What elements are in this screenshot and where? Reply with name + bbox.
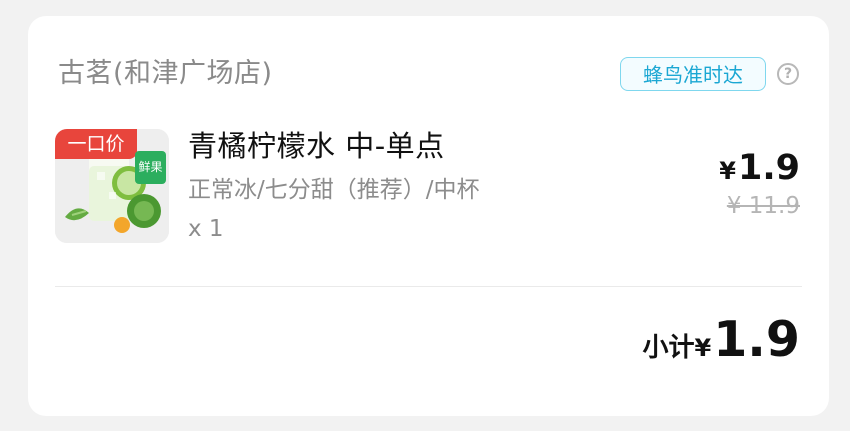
currency-symbol: ¥: [719, 157, 736, 185]
current-price: ¥1.9: [719, 146, 800, 193]
price-value: 1.9: [737, 148, 800, 188]
product-spec: 正常冰/七分甜（推荐）/中杯: [188, 177, 480, 203]
price-tag: 一口价: [55, 129, 137, 159]
subtotal-label: 小计: [642, 333, 695, 363]
help-icon[interactable]: ?: [777, 63, 799, 85]
product-quantity: x 1: [188, 216, 224, 242]
order-card: 古茗(和津广场店) 蜂鸟准时达 ? 一口价 鲜果 青橘柠檬水 中-单点 正常冰/…: [28, 16, 829, 416]
product-image[interactable]: 一口价 鲜果: [55, 129, 169, 243]
fresh-fruit-tag: 鲜果: [135, 151, 166, 184]
subtotal-amount: 1.9: [713, 311, 800, 368]
divider: [55, 286, 802, 287]
delivery-badge: 蜂鸟准时达: [620, 57, 766, 91]
subtotal: 小计¥1.9: [642, 310, 800, 381]
subtotal-currency-symbol: ¥: [694, 334, 712, 362]
store-name[interactable]: 古茗(和津广场店): [58, 54, 273, 94]
original-price: ¥ 11.9: [726, 193, 800, 219]
product-name[interactable]: 青橘柠檬水 中-单点: [188, 124, 445, 168]
